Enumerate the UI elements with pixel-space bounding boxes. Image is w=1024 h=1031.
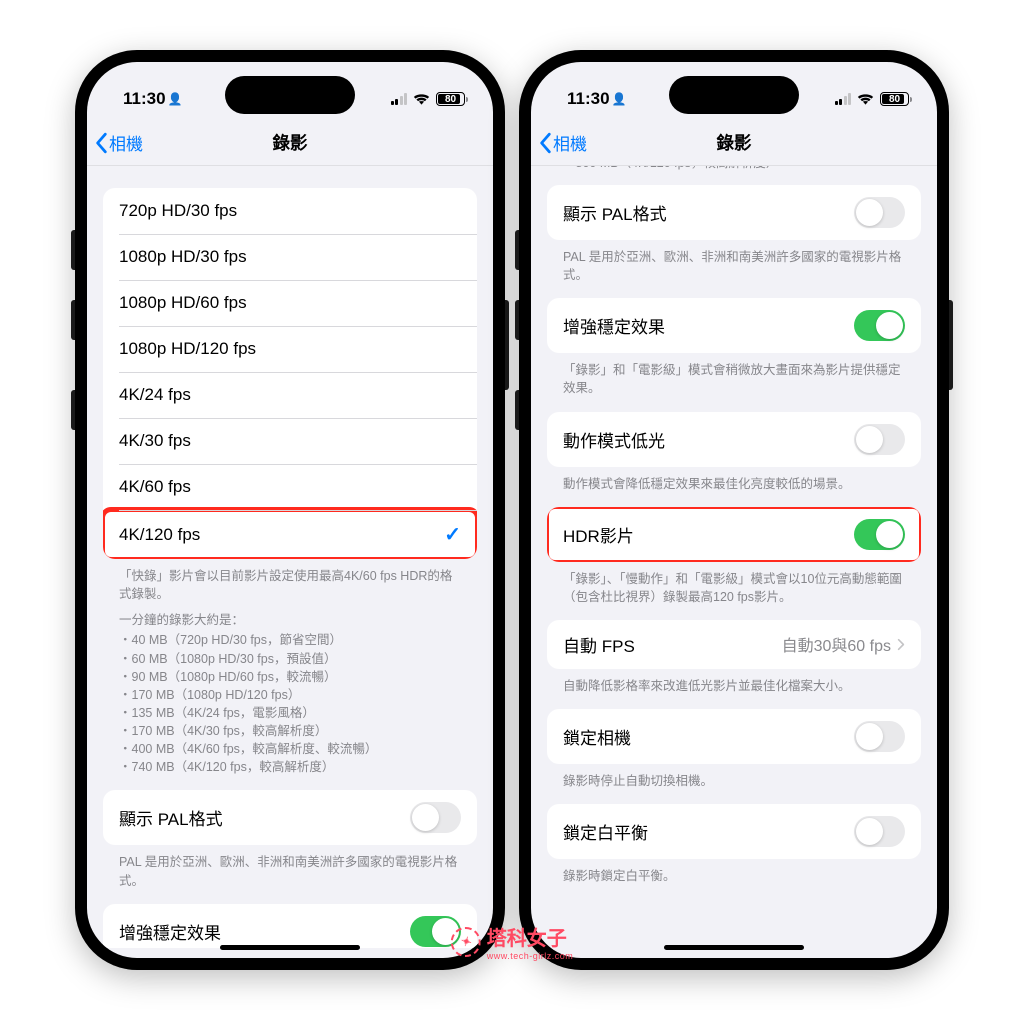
status-time: 11:30 xyxy=(567,89,610,109)
pal-note: PAL 是用於亞洲、歐洲、非洲和南美洲許多國家的電視影片格式。 xyxy=(119,853,461,889)
nav-title: 錄影 xyxy=(87,130,493,155)
content-area: ・800 MB（4K/120 fps，較高解析度） 顯示 PAL格式 PAL 是… xyxy=(531,166,937,958)
option-1080p30[interactable]: 1080p HD/30 fps xyxy=(103,234,477,280)
wifi-icon xyxy=(857,93,874,106)
chevron-left-icon xyxy=(95,132,109,154)
lowlight-toggle[interactable] xyxy=(854,424,905,455)
stabilization-note: 「錄影」和「電影級」模式會稍微放大畫面來為影片提供穩定效果。 xyxy=(563,361,905,397)
lockcam-group: 鎖定相機 xyxy=(547,709,921,764)
stabilization-toggle-row[interactable]: 增強穩定效果 xyxy=(547,298,921,353)
battery-indicator: 80 xyxy=(436,92,465,106)
stabilization-group: 增強穩定效果 xyxy=(547,298,921,353)
chevron-right-icon xyxy=(897,638,905,651)
option-4k60[interactable]: 4K/60 fps xyxy=(103,464,477,510)
content-area: 720p HD/30 fps 1080p HD/30 fps 1080p HD/… xyxy=(87,166,493,958)
lowlight-group: 動作模式低光 xyxy=(547,412,921,467)
autofps-note: 自動降低影格率來改進低光影片並最佳化檔案大小。 xyxy=(563,677,905,695)
hdr-group: HDR影片 xyxy=(547,507,921,562)
option-4k120[interactable]: 4K/120 fps ✓ xyxy=(103,510,477,559)
dynamic-island xyxy=(225,76,355,114)
stabilization-group: 增強穩定效果 xyxy=(103,904,477,948)
cellular-signal-icon xyxy=(391,93,408,105)
handoff-icon: 👤 xyxy=(168,92,183,106)
watermark-url: www.tech-girlz.com xyxy=(487,951,574,961)
lowlight-toggle-row[interactable]: 動作模式低光 xyxy=(547,412,921,467)
hdr-toggle-row[interactable]: HDR影片 xyxy=(547,507,921,562)
pal-group: 顯示 PAL格式 xyxy=(103,790,477,845)
stabilization-toggle[interactable] xyxy=(854,310,905,341)
pal-toggle-row[interactable]: 顯示 PAL格式 xyxy=(103,790,477,845)
phone-left: 11:30 👤 80 相機 錄影 720p HD/30 fps xyxy=(75,50,505,970)
watermark-name: 塔科女子 xyxy=(487,928,567,950)
pal-toggle[interactable] xyxy=(854,197,905,228)
hdr-note: 「錄影」、「慢動作」和「電影級」模式會以10位元高動態範圍（包含杜比視界）錄製最… xyxy=(563,570,905,606)
back-label: 相機 xyxy=(109,130,143,155)
pal-toggle[interactable] xyxy=(410,802,461,833)
watermark-logo-icon: ✦ xyxy=(451,927,481,957)
dynamic-island xyxy=(669,76,799,114)
lockcam-toggle[interactable] xyxy=(854,721,905,752)
chevron-left-icon xyxy=(539,132,553,154)
back-button[interactable]: 相機 xyxy=(95,130,143,155)
nav-bar: 相機 錄影 xyxy=(87,120,493,166)
screen-right: 11:30 👤 80 相機 錄影 ・800 MB（4K/120 fps，較高解析… xyxy=(531,62,937,958)
handoff-icon: 👤 xyxy=(612,92,627,106)
home-indicator[interactable] xyxy=(664,945,804,950)
screen-left: 11:30 👤 80 相機 錄影 720p HD/30 fps xyxy=(87,62,493,958)
watermark: ✦ 塔科女子 www.tech-girlz.com xyxy=(451,922,574,961)
nav-title: 錄影 xyxy=(531,130,937,155)
lockcam-note: 錄影時停止自動切換相機。 xyxy=(563,772,905,790)
autofps-row[interactable]: 自動 FPS 自動30與60 fps xyxy=(547,620,921,669)
pal-note: PAL 是用於亞洲、歐洲、非洲和南美洲許多國家的電視影片格式。 xyxy=(563,248,905,284)
autofps-group: 自動 FPS 自動30與60 fps xyxy=(547,620,921,669)
status-time: 11:30 xyxy=(123,89,166,109)
back-button[interactable]: 相機 xyxy=(539,130,587,155)
size-note-last-line: ・800 MB（4K/120 fps，較高解析度） xyxy=(563,166,905,171)
checkmark-icon: ✓ xyxy=(444,522,461,547)
option-4k24[interactable]: 4K/24 fps xyxy=(103,372,477,418)
autofps-value: 自動30與60 fps xyxy=(782,632,891,656)
wifi-icon xyxy=(413,93,430,106)
cellular-signal-icon xyxy=(835,93,852,105)
option-720p30[interactable]: 720p HD/30 fps xyxy=(103,188,477,234)
back-label: 相機 xyxy=(553,130,587,155)
pal-toggle-row[interactable]: 顯示 PAL格式 xyxy=(547,185,921,240)
stabilization-toggle-row[interactable]: 增強穩定效果 xyxy=(103,904,477,948)
size-note: 一分鐘的錄影大約是： 40 MB（720p HD/30 fps，節省空間） 60… xyxy=(119,611,461,776)
phone-right: 11:30 👤 80 相機 錄影 ・800 MB（4K/120 fps，較高解析… xyxy=(519,50,949,970)
resolution-group: 720p HD/30 fps 1080p HD/30 fps 1080p HD/… xyxy=(103,188,477,559)
lockwb-note: 錄影時鎖定白平衡。 xyxy=(563,867,905,885)
hdr-toggle[interactable] xyxy=(854,519,905,550)
lockwb-toggle[interactable] xyxy=(854,816,905,847)
quickrec-note: 「快錄」影片會以目前影片設定使用最高4K/60 fps HDR的格式錄製。 xyxy=(119,567,461,603)
option-1080p60[interactable]: 1080p HD/60 fps xyxy=(103,280,477,326)
lockwb-toggle-row[interactable]: 鎖定白平衡 xyxy=(547,804,921,859)
home-indicator[interactable] xyxy=(220,945,360,950)
nav-bar: 相機 錄影 xyxy=(531,120,937,166)
pal-group: 顯示 PAL格式 xyxy=(547,185,921,240)
battery-indicator: 80 xyxy=(880,92,909,106)
lockcam-toggle-row[interactable]: 鎖定相機 xyxy=(547,709,921,764)
option-1080p120[interactable]: 1080p HD/120 fps xyxy=(103,326,477,372)
lockwb-group: 鎖定白平衡 xyxy=(547,804,921,859)
option-4k30[interactable]: 4K/30 fps xyxy=(103,418,477,464)
lowlight-note: 動作模式會降低穩定效果來最佳化亮度較低的場景。 xyxy=(563,475,905,493)
